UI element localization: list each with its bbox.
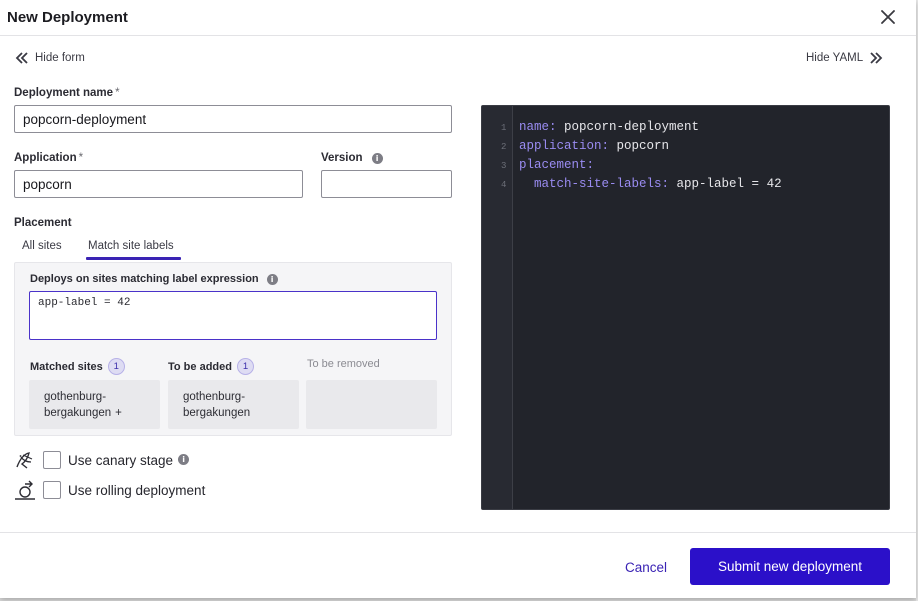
modal-footer: Cancel Submit new deployment bbox=[0, 532, 916, 598]
rolling-deployment-label: Use rolling deployment bbox=[68, 482, 206, 498]
rolling-deployment-icon bbox=[15, 480, 35, 500]
application-input[interactable] bbox=[14, 170, 303, 198]
matched-sites-heading: Matched sites 1 bbox=[30, 358, 125, 375]
yaml-value: popcorn-deployment bbox=[556, 120, 700, 134]
cancel-button[interactable]: Cancel bbox=[612, 556, 680, 578]
new-deployment-modal: New Deployment Hide form Hide YAML Deplo… bbox=[0, 0, 916, 598]
chevron-double-left-icon bbox=[15, 52, 28, 64]
hide-yaml-button[interactable]: Hide YAML bbox=[806, 52, 883, 64]
required-mark: * bbox=[78, 152, 84, 164]
modal-title: New Deployment bbox=[7, 9, 128, 26]
deployment-name-input[interactable] bbox=[14, 105, 452, 133]
yaml-line: application: popcorn bbox=[519, 139, 669, 153]
yaml-editor[interactable]: 1 2 3 4 name: popcorn-deployment applica… bbox=[481, 105, 890, 510]
hide-form-button[interactable]: Hide form bbox=[15, 52, 85, 64]
line-number-gutter bbox=[482, 106, 513, 509]
required-mark: * bbox=[115, 87, 120, 99]
site-name-line: bergakungen + bbox=[44, 405, 145, 421]
line-number: 2 bbox=[501, 142, 507, 152]
yaml-key: name: bbox=[519, 120, 557, 134]
tab-match-site-labels[interactable]: Match site labels bbox=[88, 240, 174, 252]
site-name-line: gothenburg- bbox=[183, 391, 246, 403]
version-label: Version i bbox=[321, 152, 383, 164]
to-be-added-site-card: gothenburg- bergakungen bbox=[168, 380, 299, 429]
chevron-double-right-icon bbox=[870, 52, 883, 64]
site-name-line: gothenburg- bbox=[44, 391, 107, 403]
to-be-removed-heading: To be removed bbox=[307, 358, 380, 370]
expression-label-text: Deploys on sites matching label expressi… bbox=[30, 273, 259, 285]
application-label: Application * bbox=[14, 152, 83, 164]
placement-label: Placement bbox=[14, 217, 72, 229]
close-icon bbox=[881, 10, 895, 24]
yaml-value: app-label = 42 bbox=[669, 177, 782, 191]
to-be-added-count-badge: 1 bbox=[236, 358, 254, 375]
hide-yaml-label: Hide YAML bbox=[806, 52, 864, 64]
to-be-added-title: To be added bbox=[168, 360, 232, 373]
site-name-line: bergakungen bbox=[183, 407, 251, 419]
info-icon[interactable]: i bbox=[266, 273, 278, 285]
deployment-name-label: Deployment name * bbox=[14, 87, 120, 99]
matched-sites-count-badge: 1 bbox=[107, 358, 125, 375]
label-expression-input[interactable]: app-label = 42 bbox=[29, 291, 437, 340]
line-number: 3 bbox=[501, 161, 507, 171]
version-label-text: Version bbox=[321, 152, 363, 164]
application-label-text: Application bbox=[14, 152, 77, 164]
yaml-line: match-site-labels: app-label = 42 bbox=[519, 177, 782, 191]
deployment-name-label-text: Deployment name bbox=[14, 87, 114, 99]
active-tab-indicator bbox=[86, 257, 181, 260]
canary-stage-option: Use canary stage i bbox=[14, 449, 190, 471]
line-number: 1 bbox=[501, 123, 507, 133]
canary-stage-checkbox[interactable] bbox=[43, 451, 61, 469]
plus-icon: + bbox=[115, 407, 122, 419]
to-be-removed-title: To be removed bbox=[307, 358, 380, 370]
yaml-value: popcorn bbox=[609, 139, 670, 153]
canary-stage-label: Use canary stage i bbox=[68, 452, 190, 468]
yaml-indent bbox=[519, 177, 534, 191]
info-icon[interactable]: i bbox=[178, 454, 190, 466]
matched-sites-title: Matched sites bbox=[30, 360, 103, 373]
line-number: 4 bbox=[501, 180, 507, 190]
yaml-key: placement: bbox=[519, 158, 595, 172]
yaml-line: placement: bbox=[519, 158, 594, 172]
rolling-deployment-checkbox[interactable] bbox=[43, 481, 61, 499]
yaml-line: name: popcorn-deployment bbox=[519, 120, 699, 134]
info-icon[interactable]: i bbox=[371, 152, 383, 164]
version-input[interactable] bbox=[321, 170, 452, 198]
matched-site-card[interactable]: gothenburg- bergakungen + bbox=[29, 380, 160, 429]
to-be-removed-empty-card bbox=[306, 380, 437, 429]
close-button[interactable] bbox=[876, 5, 900, 29]
site-name-text: bergakungen bbox=[44, 407, 112, 419]
canary-bird-icon bbox=[16, 452, 33, 469]
rolling-deployment-option: Use rolling deployment bbox=[14, 479, 205, 501]
expression-label: Deploys on sites matching label expressi… bbox=[30, 273, 278, 285]
yaml-key: application: bbox=[519, 139, 610, 153]
to-be-added-heading: To be added 1 bbox=[168, 358, 254, 375]
canary-stage-label-text: Use canary stage bbox=[68, 452, 174, 468]
modal-header: New Deployment bbox=[0, 0, 916, 36]
yaml-key: match-site-labels: bbox=[534, 177, 670, 191]
tab-all-sites[interactable]: All sites bbox=[22, 240, 62, 252]
hide-form-label: Hide form bbox=[35, 52, 85, 64]
submit-deployment-button[interactable]: Submit new deployment bbox=[690, 548, 890, 585]
